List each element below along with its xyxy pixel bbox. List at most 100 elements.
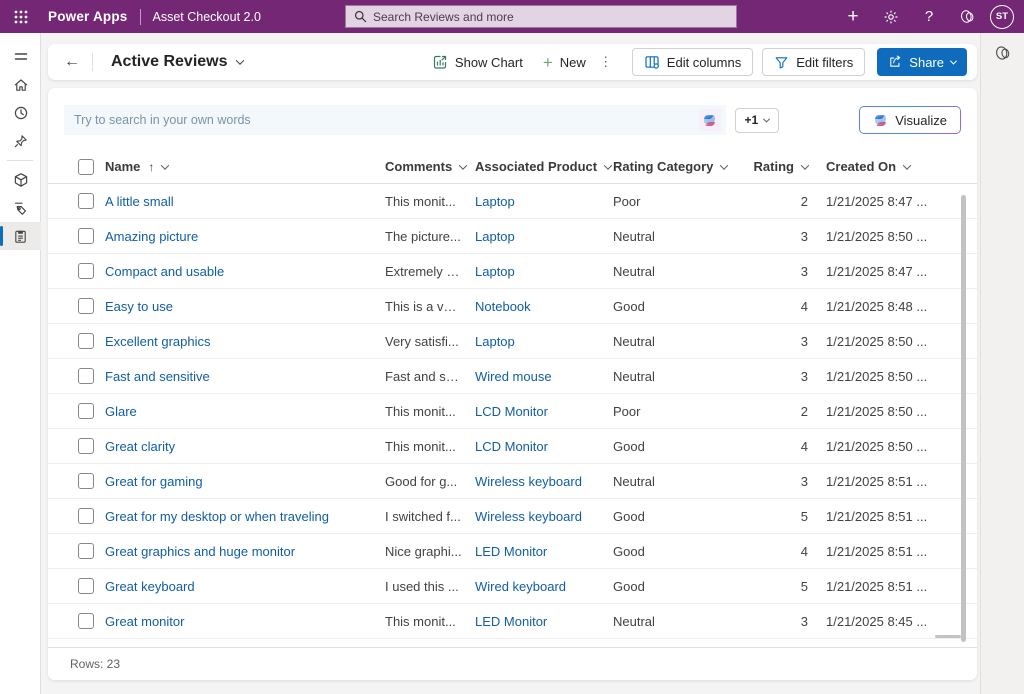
row-checkbox[interactable] — [78, 298, 94, 314]
settings-gear-icon[interactable] — [876, 2, 906, 32]
table-row[interactable]: Easy to use This is a ver... Notebook Go… — [48, 289, 977, 324]
row-checkbox[interactable] — [78, 543, 94, 559]
sidebar-item-reviews[interactable] — [0, 222, 41, 250]
review-name-link[interactable]: Glare — [105, 404, 385, 419]
product-link[interactable]: Wired keyboard — [475, 579, 613, 594]
help-icon[interactable]: ? — [914, 2, 944, 32]
review-name-link[interactable]: Great clarity — [105, 439, 385, 454]
row-checkbox[interactable] — [78, 438, 94, 454]
visualize-button[interactable]: Visualize — [859, 106, 961, 134]
product-link[interactable]: Wired mouse — [475, 369, 613, 384]
review-name-link[interactable]: Easy to use — [105, 299, 385, 314]
category-cell: Neutral — [613, 614, 748, 629]
horizontal-scrollbar[interactable] — [935, 635, 961, 638]
row-checkbox[interactable] — [78, 613, 94, 629]
column-header-comments[interactable]: Comments — [385, 159, 475, 174]
row-checkbox[interactable] — [78, 578, 94, 594]
product-link[interactable]: LED Monitor — [475, 544, 613, 559]
product-link[interactable]: LED Monitor — [475, 614, 613, 629]
column-header-name[interactable]: Name ↑ — [105, 159, 385, 174]
global-search-box[interactable] — [345, 5, 737, 28]
product-link[interactable]: LCD Monitor — [475, 439, 613, 454]
row-checkbox[interactable] — [78, 368, 94, 384]
row-checkbox[interactable] — [78, 333, 94, 349]
product-link[interactable]: Notebook — [475, 299, 613, 314]
sidebar-item-recent[interactable] — [0, 99, 41, 127]
column-header-rating[interactable]: Rating — [748, 159, 808, 174]
edit-columns-label: Edit columns — [667, 55, 741, 70]
copilot-topbar-icon[interactable] — [952, 2, 982, 32]
row-checkbox[interactable] — [78, 228, 94, 244]
copilot-search-button[interactable] — [699, 109, 721, 131]
table-row[interactable]: Glare This monit... LCD Monitor Poor 2 1… — [48, 394, 977, 429]
table-row[interactable]: Great clarity This monit... LCD Monitor … — [48, 429, 977, 464]
review-name-link[interactable]: Great for my desktop or when traveling — [105, 509, 385, 524]
app-title[interactable]: Asset Checkout 2.0 — [153, 10, 261, 24]
table-row[interactable]: A little small This monit... Laptop Poor… — [48, 184, 977, 219]
product-link[interactable]: Laptop — [475, 194, 613, 209]
vertical-scrollbar[interactable] — [961, 195, 966, 642]
table-row[interactable]: Fast and sensitive Fast and se... Wired … — [48, 359, 977, 394]
review-name-link[interactable]: Great keyboard — [105, 579, 385, 594]
column-header-category[interactable]: Rating Category — [613, 159, 748, 174]
table-row[interactable]: Amazing picture The picture... Laptop Ne… — [48, 219, 977, 254]
grid-footer: Rows: 23 — [48, 647, 977, 680]
sidebar-item-pinned[interactable] — [0, 127, 41, 155]
created-on-cell: 1/21/2025 8:50 ... — [808, 229, 977, 244]
sidebar-item-checkout[interactable] — [0, 194, 41, 222]
view-selector[interactable]: Active Reviews — [111, 53, 243, 71]
create-new-icon[interactable]: + — [838, 2, 868, 32]
product-link[interactable]: Wireless keyboard — [475, 474, 613, 489]
row-checkbox[interactable] — [78, 508, 94, 524]
review-name-link[interactable]: Great graphics and huge monitor — [105, 544, 385, 559]
hamburger-icon — [13, 49, 29, 65]
waffle-menu-icon[interactable] — [0, 0, 41, 33]
table-row[interactable]: Great for my desktop or when traveling I… — [48, 499, 977, 534]
category-cell: Poor — [613, 404, 748, 419]
review-name-link[interactable]: Compact and usable — [105, 264, 385, 279]
review-name-link[interactable]: A little small — [105, 194, 385, 209]
table-row[interactable]: Excellent graphics Very satisfi... Lapto… — [48, 324, 977, 359]
edit-columns-button[interactable]: Edit columns — [632, 48, 753, 76]
rating-cell: 3 — [748, 264, 808, 279]
product-link[interactable]: Wireless keyboard — [475, 509, 613, 524]
pin-icon — [13, 134, 28, 149]
review-name-link[interactable]: Great for gaming — [105, 474, 385, 489]
product-link[interactable]: LCD Monitor — [475, 404, 613, 419]
new-button[interactable]: + New — [534, 48, 595, 76]
review-name-link[interactable]: Fast and sensitive — [105, 369, 385, 384]
show-chart-button[interactable]: Show Chart — [423, 48, 532, 76]
sidebar-item-assets[interactable] — [0, 166, 41, 194]
column-header-created[interactable]: Created On — [808, 159, 977, 174]
back-button[interactable]: ← — [58, 48, 86, 76]
product-link[interactable]: Laptop — [475, 229, 613, 244]
filter-count-badge[interactable]: +1 — [735, 108, 780, 133]
review-name-link[interactable]: Amazing picture — [105, 229, 385, 244]
table-row[interactable]: Great monitor This monit... LED Monitor … — [48, 604, 977, 639]
global-search-input[interactable] — [373, 10, 728, 24]
avatar[interactable]: ST — [990, 5, 1014, 29]
sidebar-item-home[interactable] — [0, 71, 41, 99]
table-row[interactable]: Great for gaming Good for g... Wireless … — [48, 464, 977, 499]
table-row[interactable]: Compact and usable Extremely c... Laptop… — [48, 254, 977, 289]
row-checkbox[interactable] — [78, 193, 94, 209]
column-header-product[interactable]: Associated Product — [475, 159, 613, 174]
row-checkbox[interactable] — [78, 403, 94, 419]
row-checkbox[interactable] — [78, 263, 94, 279]
edit-filters-button[interactable]: Edit filters — [762, 48, 865, 76]
more-commands-button[interactable]: ⋮ — [597, 54, 615, 70]
share-button[interactable]: Share — [877, 48, 967, 76]
brand-title[interactable]: Power Apps — [48, 9, 128, 24]
review-name-link[interactable]: Great monitor — [105, 614, 385, 629]
review-name-link[interactable]: Excellent graphics — [105, 334, 385, 349]
table-row[interactable]: Great keyboard I used this ... Wired key… — [48, 569, 977, 604]
table-row[interactable]: Great graphics and huge monitor Nice gra… — [48, 534, 977, 569]
select-all-checkbox[interactable] — [78, 159, 94, 175]
copilot-panel-toggle[interactable] — [981, 33, 1024, 73]
product-link[interactable]: Laptop — [475, 334, 613, 349]
row-checkbox[interactable] — [78, 473, 94, 489]
share-chevron-icon — [950, 57, 957, 64]
product-link[interactable]: Laptop — [475, 264, 613, 279]
smart-search-input[interactable] — [64, 105, 726, 135]
sidebar-collapse-button[interactable] — [0, 43, 41, 71]
